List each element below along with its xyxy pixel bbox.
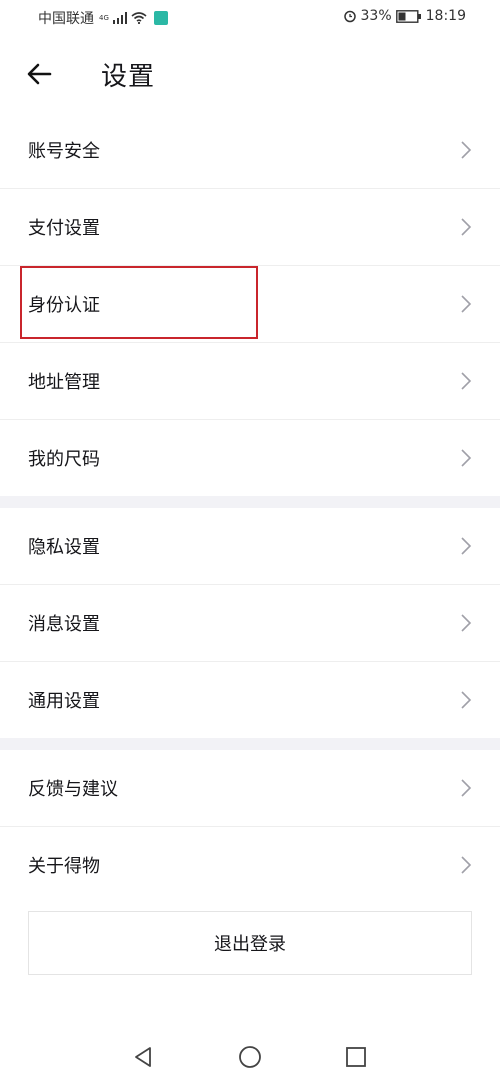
chevron-right-icon [461,779,472,797]
row-payment-settings[interactable]: 支付设置 [0,189,500,266]
chevron-right-icon [461,218,472,236]
row-address-management[interactable]: 地址管理 [0,343,500,420]
chevron-right-icon [461,614,472,632]
row-label: 隐私设置 [28,537,100,558]
chevron-right-icon [461,295,472,313]
clock-time: 18:19 [425,8,466,24]
row-label: 我的尺码 [28,449,100,470]
group-separator [0,496,500,508]
chevron-right-icon [461,449,472,467]
chevron-right-icon [461,691,472,709]
row-label: 地址管理 [28,372,100,393]
page-title: 设置 [101,62,156,92]
row-message-settings[interactable]: 消息设置 [0,585,500,662]
row-label: 消息设置 [28,614,100,635]
status-right: 33% 18:19 [343,8,466,24]
row-identity-verification[interactable]: 身份认证 [0,266,500,343]
chevron-right-icon [461,372,472,390]
arrow-left-icon[interactable] [24,58,56,90]
header: 设置 [0,40,500,110]
network-type: 4G [99,13,109,22]
chevron-right-icon [461,141,472,159]
settings-group-about: 反馈与建议 关于得物 [0,750,500,903]
row-about[interactable]: 关于得物 [0,827,500,903]
row-label: 支付设置 [28,218,100,239]
settings-group-preferences: 隐私设置 消息设置 通用设置 [0,508,500,738]
wifi-icon [131,12,147,24]
row-my-size[interactable]: 我的尺码 [0,420,500,496]
settings-group-account: 账号安全 支付设置 身份认证 地址管理 我的尺码 [0,112,500,496]
settings-list: 账号安全 支付设置 身份认证 地址管理 我的尺码 隐私设置 消息设置 通用设置 … [0,112,500,903]
battery-icon [395,9,421,23]
signal-icon [112,12,127,24]
row-privacy-settings[interactable]: 隐私设置 [0,508,500,585]
row-general-settings[interactable]: 通用设置 [0,662,500,738]
logout-button[interactable]: 退出登录 [28,911,472,975]
recent-square-icon[interactable] [344,1045,368,1069]
alarm-icon [343,10,356,23]
row-account-security[interactable]: 账号安全 [0,112,500,189]
row-label: 反馈与建议 [28,779,118,800]
row-feedback[interactable]: 反馈与建议 [0,750,500,827]
status-left: 中国联通 4G [38,8,168,28]
home-circle-icon[interactable] [238,1045,262,1069]
group-separator [0,738,500,750]
battery-percent: 33% [360,8,392,24]
status-bar: 中国联通 4G 33% 18:19 [0,0,500,34]
row-label: 关于得物 [28,856,100,877]
row-label: 通用设置 [28,691,100,712]
carrier-text: 中国联通 [38,11,94,27]
back-triangle-icon[interactable] [131,1045,155,1069]
system-nav-bar [0,1023,500,1083]
mi-app-icon [153,11,168,25]
chevron-right-icon [461,856,472,874]
row-label: 身份认证 [28,295,100,316]
chevron-right-icon [461,537,472,555]
row-label: 账号安全 [28,141,100,162]
